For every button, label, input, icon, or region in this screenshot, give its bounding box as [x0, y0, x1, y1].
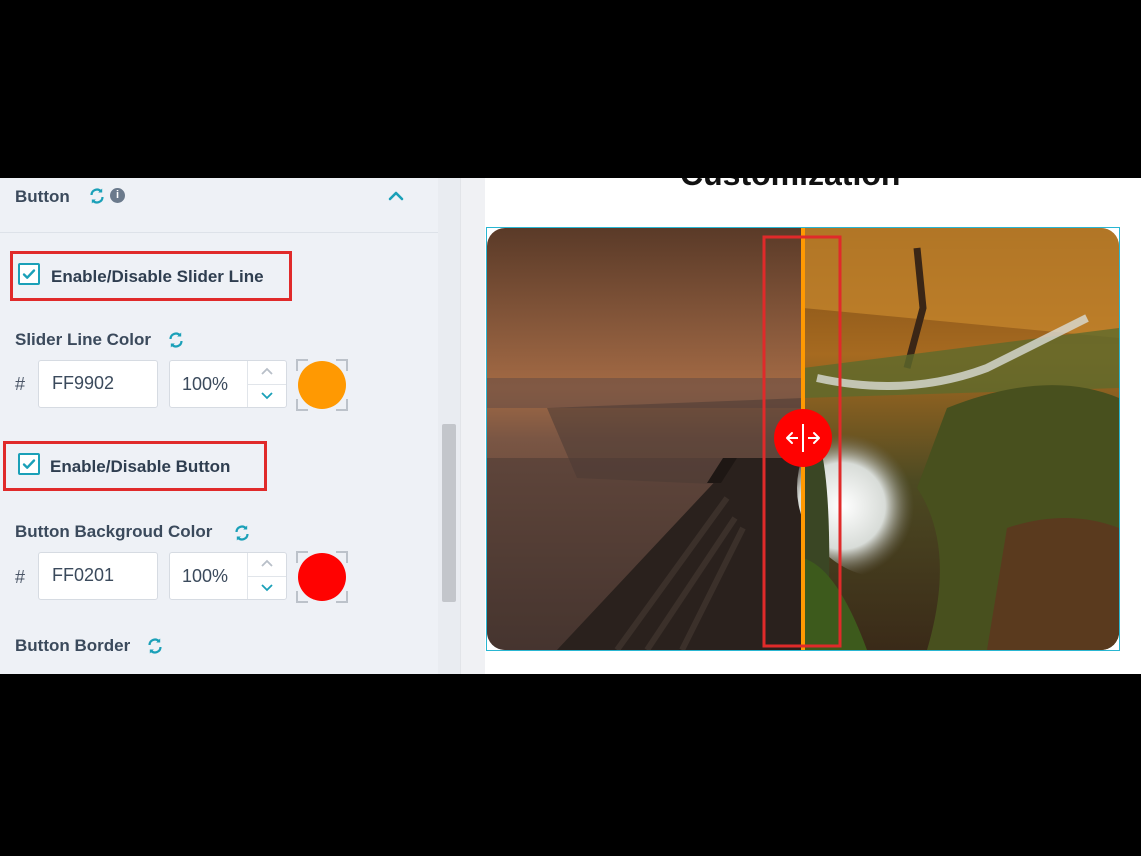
step-up-button[interactable]: [248, 553, 286, 577]
scrollbar-thumb[interactable]: [442, 424, 456, 602]
slider-line-color-swatch[interactable]: [296, 359, 348, 411]
info-icon[interactable]: i: [110, 188, 125, 203]
slider-line-checkbox[interactable]: [18, 263, 40, 285]
settings-panel: Button i Enable/Disable Slider Line Slid…: [0, 178, 438, 674]
slider-line-hex-input[interactable]: FF9902: [38, 360, 158, 408]
section-header[interactable]: Button i: [0, 178, 438, 233]
color-circle: [298, 553, 346, 601]
slider-line-toggle-label: Enable/Disable Slider Line: [51, 267, 264, 286]
button-bg-opacity-input[interactable]: 100%: [169, 552, 287, 600]
button-toggle-label: Enable/Disable Button: [50, 457, 231, 476]
step-down-button[interactable]: [248, 576, 286, 599]
reset-icon[interactable]: [146, 637, 164, 660]
color-circle: [298, 361, 346, 409]
reset-icon[interactable]: [88, 187, 106, 210]
hash-symbol: #: [15, 567, 26, 587]
opacity-stepper[interactable]: [247, 361, 286, 407]
button-toggle-highlight: Enable/Disable Button: [3, 441, 267, 491]
slider-line-color-label: Slider Line Color: [15, 330, 152, 349]
panel-scrollbar[interactable]: [438, 178, 460, 674]
opacity-value: 100%: [182, 374, 229, 394]
button-bg-color-swatch[interactable]: [296, 551, 348, 603]
slider-line-opacity-input[interactable]: 100%: [169, 360, 287, 408]
opacity-stepper[interactable]: [247, 553, 286, 599]
button-bg-hex-input[interactable]: FF0201: [38, 552, 158, 600]
slider-line-toggle-highlight: Enable/Disable Slider Line: [10, 251, 292, 301]
opacity-value: 100%: [182, 566, 229, 586]
hash-symbol: #: [15, 374, 26, 394]
button-bg-color-label: Button Backgroud Color: [15, 522, 213, 541]
button-border-label: Button Border: [15, 636, 131, 655]
panel-divider: [460, 178, 486, 674]
reset-icon[interactable]: [233, 524, 251, 547]
step-down-button[interactable]: [248, 384, 286, 407]
section-title: Button: [15, 187, 70, 206]
preview-heading: Customization: [680, 178, 900, 193]
preview-canvas: Customization: [485, 178, 1141, 674]
slider-handle-button[interactable]: [774, 409, 832, 467]
chevron-up-icon[interactable]: [386, 186, 406, 206]
editor-frame: Button i Enable/Disable Slider Line Slid…: [0, 178, 1141, 674]
step-up-button[interactable]: [248, 361, 286, 385]
reset-icon[interactable]: [167, 331, 185, 354]
comparison-image: [487, 228, 1119, 650]
button-checkbox[interactable]: [18, 453, 40, 475]
before-after-slider[interactable]: [487, 228, 1119, 650]
